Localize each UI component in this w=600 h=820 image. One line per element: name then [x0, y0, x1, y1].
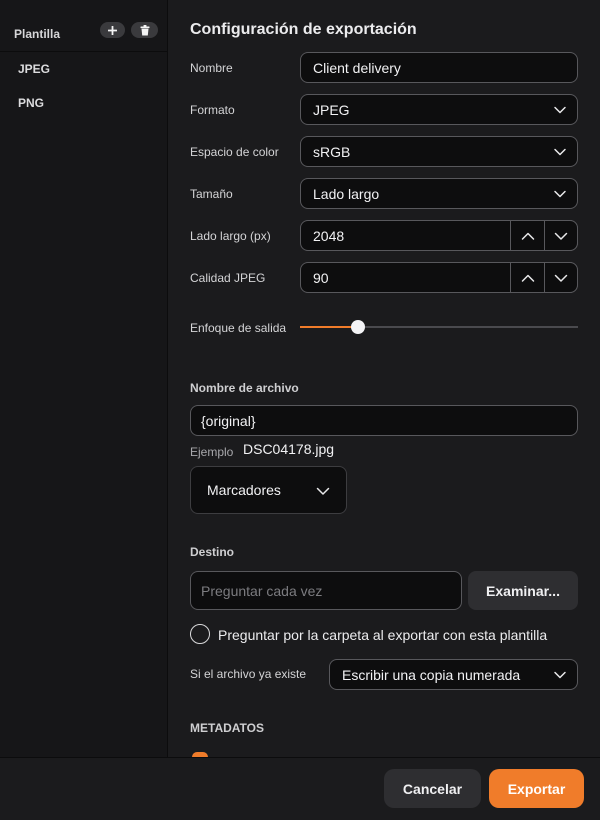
destination-placeholder: Preguntar cada vez	[201, 582, 323, 599]
sharpening-slider[interactable]	[300, 320, 578, 334]
long-side-stepper[interactable]: 2048	[300, 220, 578, 251]
sidebar-item-label: JPEG	[18, 62, 51, 76]
filename-value: {original}	[201, 412, 256, 429]
filename-input[interactable]: {original}	[190, 405, 578, 436]
color-space-select[interactable]: sRGB	[300, 136, 578, 167]
trash-icon	[140, 24, 149, 35]
destination-heading: Destino	[190, 545, 235, 559]
export-button[interactable]: Exportar	[489, 769, 584, 808]
jpeg-quality-stepper[interactable]: 90	[300, 262, 578, 293]
size-select[interactable]: Lado largo	[300, 178, 578, 209]
sidebar-item-jpeg[interactable]: JPEG	[0, 56, 166, 82]
plus-icon	[108, 25, 117, 35]
name-value: Client delivery	[313, 59, 401, 76]
chevron-down-icon	[554, 671, 566, 679]
if-exists-value: Escribir una copia numerada	[342, 666, 521, 683]
delete-template-button[interactable]	[131, 22, 158, 38]
format-value: JPEG	[313, 101, 350, 118]
ask-folder-radio[interactable]	[190, 624, 210, 644]
add-template-button[interactable]	[100, 22, 125, 38]
format-label: Formato	[190, 103, 235, 117]
color-space-value: sRGB	[313, 143, 351, 160]
jpeg-quality-label: Calidad JPEG	[190, 271, 266, 285]
sidebar-header: Plantilla	[0, 0, 168, 52]
metadata-heading: METADATOS	[190, 721, 264, 735]
markers-label: Marcadores	[207, 482, 281, 498]
page-title: Configuración de exportación	[190, 21, 417, 38]
slider-fill	[300, 326, 359, 328]
slider-thumb[interactable]	[351, 320, 366, 334]
if-exists-select[interactable]: Escribir una copia numerada	[329, 659, 578, 690]
color-space-label: Espacio de color	[190, 145, 279, 159]
ask-folder-label: Preguntar por la carpeta al exportar con…	[218, 627, 548, 643]
if-exists-label: Si el archivo ya existe	[190, 667, 307, 681]
chevron-down-icon	[554, 106, 566, 114]
cancel-button[interactable]: Cancelar	[384, 769, 481, 808]
format-select[interactable]: JPEG	[300, 94, 578, 125]
example-label: Ejemplo	[190, 445, 234, 459]
jpeg-quality-stepper-buttons	[510, 262, 578, 293]
chevron-up-icon	[521, 232, 534, 240]
name-label: Nombre	[190, 61, 233, 75]
sharpening-label: Enfoque de salida	[190, 321, 287, 335]
template-sidebar: Plantilla JPEG PNG	[0, 0, 168, 757]
chevron-down-icon	[554, 274, 568, 282]
chevron-down-icon	[316, 487, 330, 495]
export-dialog: Plantilla JPEG PNG Configuración de expo…	[0, 0, 600, 820]
chevron-up-icon	[521, 274, 534, 282]
scrollbar[interactable]	[596, 0, 600, 757]
chevron-down-icon	[554, 148, 566, 156]
sidebar-item-png[interactable]: PNG	[0, 90, 166, 116]
decrement-button[interactable]	[544, 262, 578, 293]
browse-button[interactable]: Examinar...	[468, 571, 578, 610]
long-side-label: Lado largo (px)	[190, 229, 271, 243]
name-input[interactable]: Client delivery	[300, 52, 578, 83]
sidebar-item-label: PNG	[18, 96, 45, 110]
markers-dropdown[interactable]: Marcadores	[190, 466, 347, 514]
long-side-value: 2048	[313, 227, 345, 244]
jpeg-quality-value: 90	[313, 269, 329, 286]
chevron-down-icon	[554, 232, 568, 240]
size-label: Tamaño	[190, 187, 233, 201]
increment-button[interactable]	[510, 220, 544, 251]
size-value: Lado largo	[313, 185, 380, 202]
long-side-stepper-buttons	[510, 220, 578, 251]
sidebar-title: Plantilla	[14, 27, 61, 41]
decrement-button[interactable]	[544, 220, 578, 251]
filename-heading: Nombre de archivo	[190, 381, 299, 395]
chevron-down-icon	[554, 190, 566, 198]
destination-input[interactable]: Preguntar cada vez	[190, 571, 462, 610]
example-value: DSC04178.jpg	[243, 441, 335, 457]
increment-button[interactable]	[510, 262, 544, 293]
